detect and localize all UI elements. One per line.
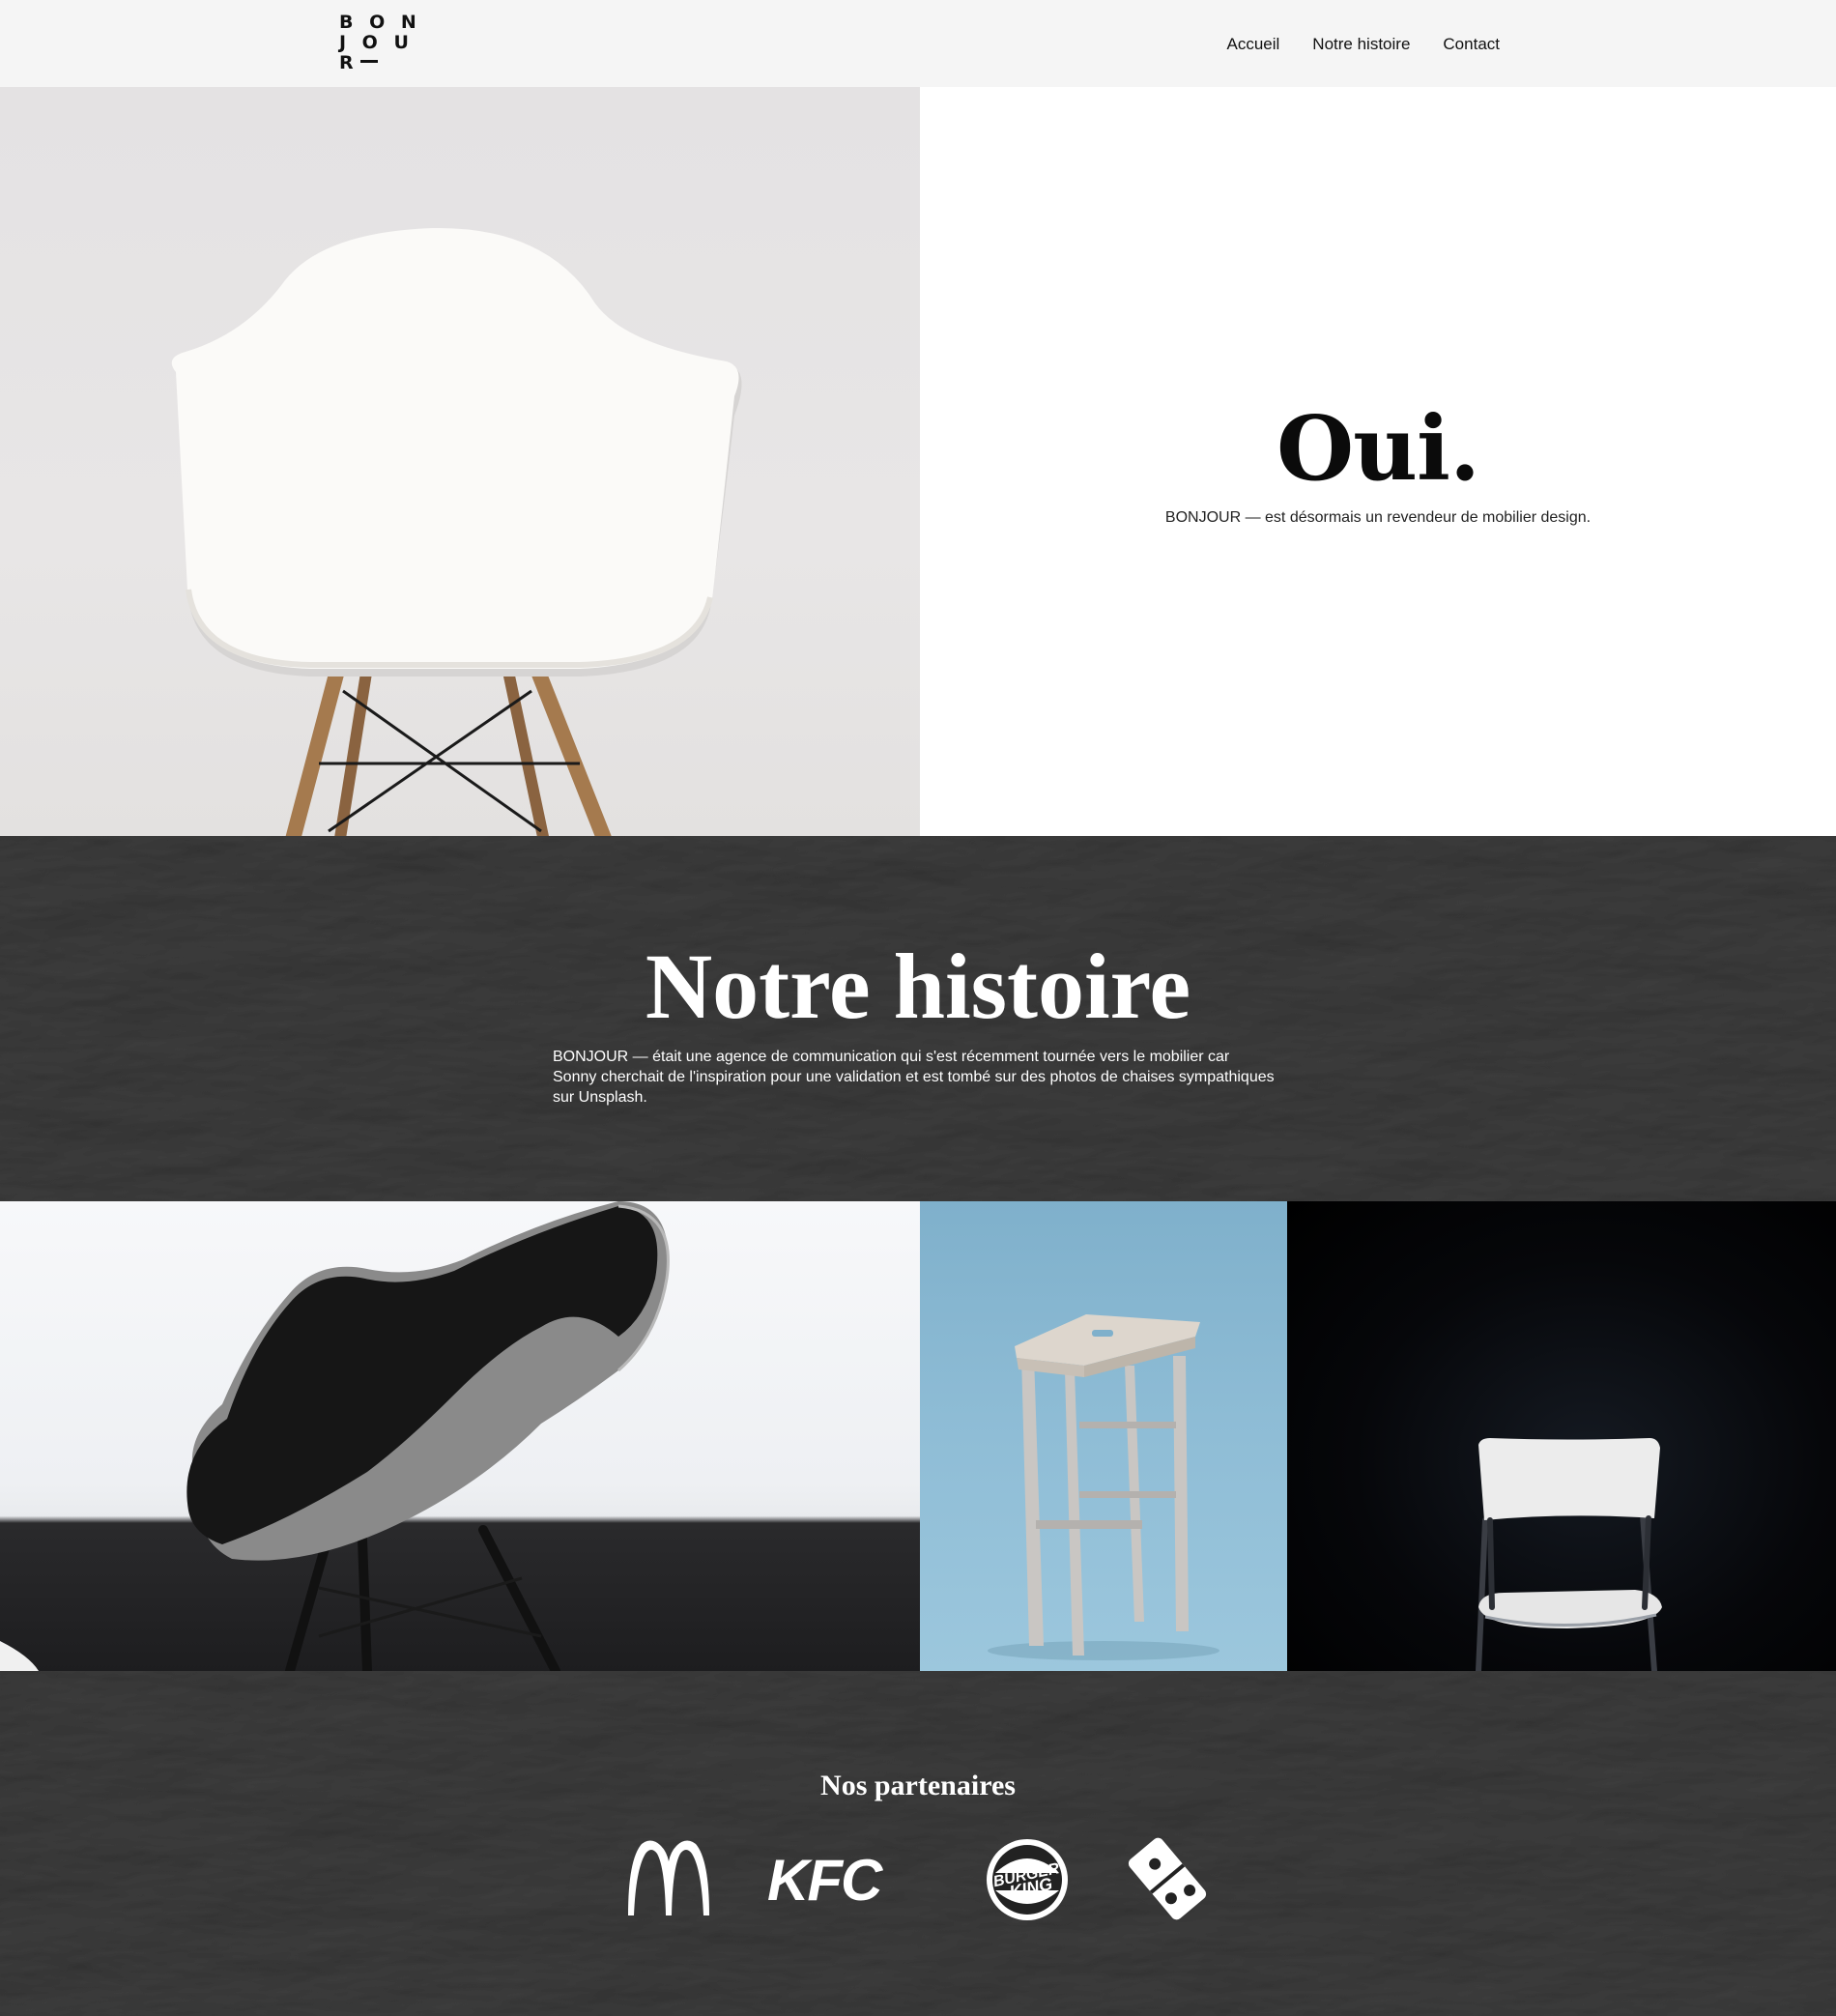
stool-illustration xyxy=(988,1314,1219,1660)
white-chair-illustration xyxy=(171,227,742,836)
logo-dash xyxy=(359,60,378,63)
nav-notre-histoire[interactable]: Notre histoire xyxy=(1312,35,1410,54)
black-chair-illustration xyxy=(0,1201,670,1671)
logo-row-3-text: R xyxy=(339,52,359,73)
gallery-stool-image xyxy=(920,1201,1287,1671)
partners-section: Nos partenaires KFC BURGER KING xyxy=(0,1671,1836,2016)
gallery-black-chair-image xyxy=(0,1201,920,1671)
story-title: Notre histoire xyxy=(645,935,1191,1038)
logo-row-3: R xyxy=(339,53,401,73)
mcdonalds-logo-icon[interactable] xyxy=(626,1840,711,1917)
partner-logos: KFC BURGER KING xyxy=(618,1830,1218,1927)
gallery-white-chair-dark-image xyxy=(1287,1201,1836,1671)
hero-title: Oui. xyxy=(1276,396,1480,501)
site-header: B O N J O U R Accueil Notre histoire Con… xyxy=(0,0,1836,87)
dark-white-chair-illustration xyxy=(1476,1438,1662,1671)
hero-chair-image xyxy=(0,87,920,836)
logo-row-1: B O N xyxy=(339,12,421,33)
story-body: BONJOUR — était une agence de communicat… xyxy=(553,1049,1275,1106)
kfc-logo-icon[interactable]: KFC xyxy=(763,1850,928,1908)
logo-row-2: J O U xyxy=(339,32,414,53)
burger-king-logo-icon[interactable]: BURGER KING xyxy=(984,1836,1071,1923)
dominos-logo-icon[interactable] xyxy=(1121,1832,1214,1925)
story-section: Notre histoire BONJOUR — était une agenc… xyxy=(0,836,1836,1201)
kfc-text: KFC xyxy=(767,1850,884,1908)
partners-title: Nos partenaires xyxy=(820,1770,1016,1801)
main-nav: Accueil Notre histoire Contact xyxy=(1226,35,1500,54)
hero-subtitle: BONJOUR — est désormais un revendeur de … xyxy=(1164,509,1592,526)
bonjour-logo[interactable]: B O N J O U R xyxy=(339,12,421,73)
hero-text-panel: Oui. BONJOUR — est désormais un revendeu… xyxy=(920,87,1836,836)
nav-contact[interactable]: Contact xyxy=(1443,35,1500,54)
nav-accueil[interactable]: Accueil xyxy=(1226,35,1279,54)
